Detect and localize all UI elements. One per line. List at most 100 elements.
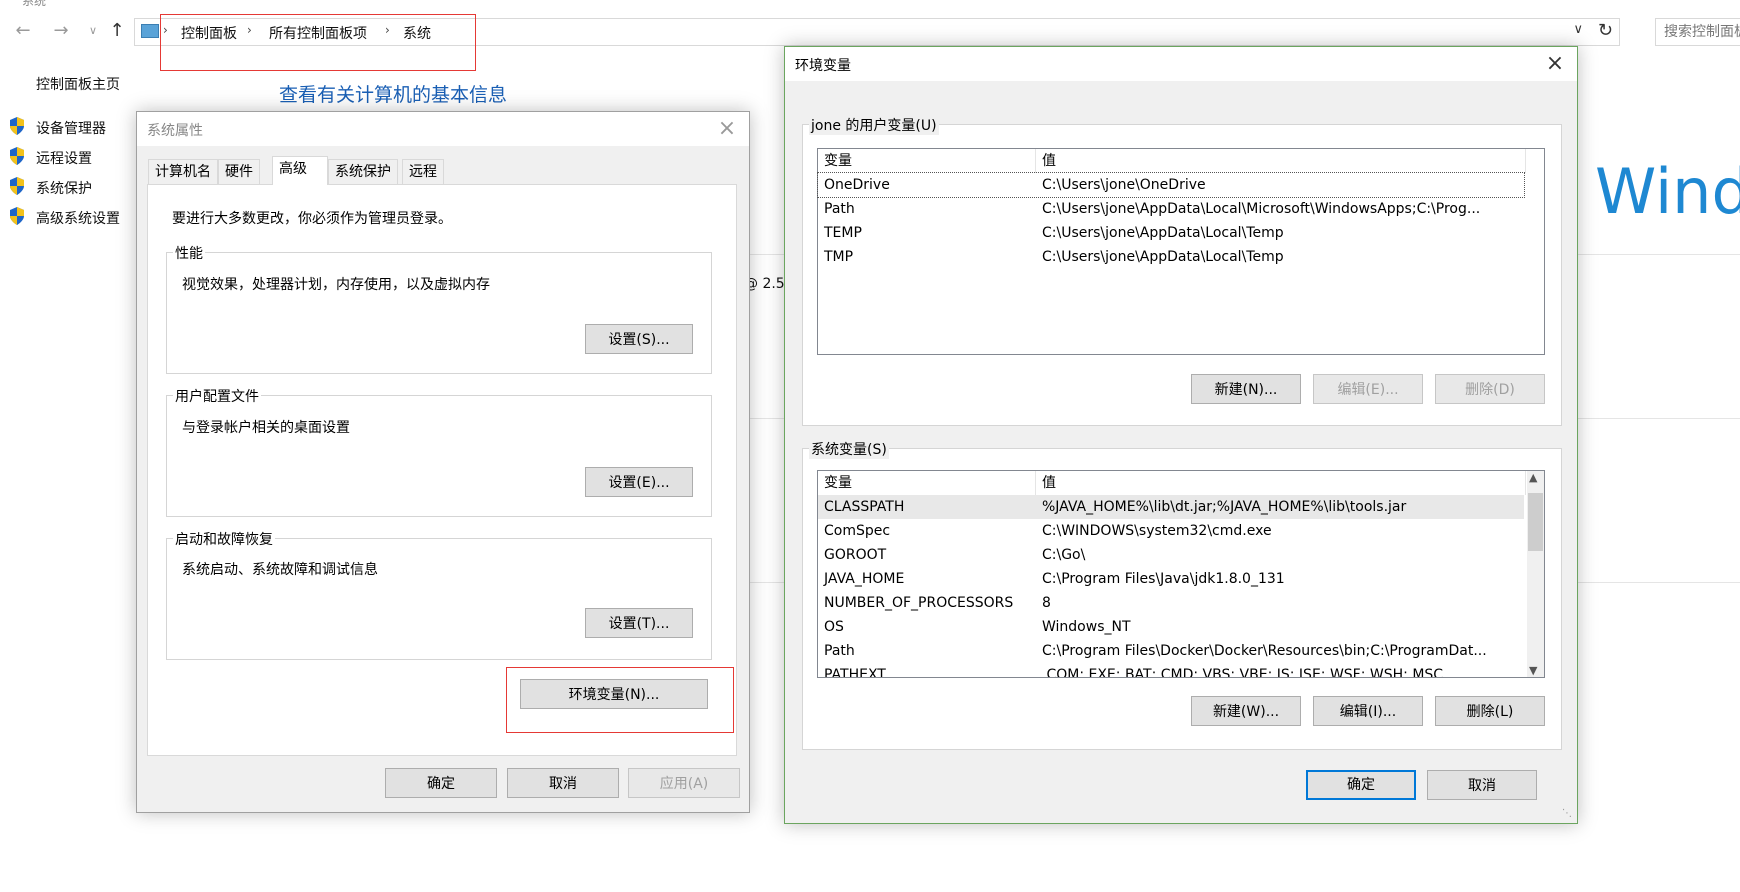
- variable-name-cell: TEMP: [824, 225, 862, 241]
- variable-value-cell: .COM;.EXE;.BAT;.CMD;.VBS;.VBE;.JS;.JSE;.…: [1042, 667, 1444, 678]
- performance-label: 性能: [173, 243, 205, 263]
- table-row[interactable]: Path C:\Program Files\Docker\Docker\Resou…: [818, 639, 1524, 663]
- dialog-titlebar[interactable]: 环境变量 ×: [785, 47, 1577, 81]
- tab-computer-name[interactable]: 计算机名: [148, 159, 218, 184]
- user-edit-button[interactable]: 编辑(E)...: [1313, 374, 1423, 404]
- forward-arrow-icon[interactable]: →: [50, 20, 72, 42]
- tab-remote[interactable]: 远程: [402, 159, 444, 184]
- tab-advanced[interactable]: 高级: [272, 156, 328, 185]
- table-row[interactable]: GOROOT C:\Go\: [818, 543, 1524, 567]
- variable-name-cell: CLASSPATH: [824, 499, 905, 515]
- user-variables-list[interactable]: 变量 值 OneDrive C:\Users\jone\OneDrive Path C…: [817, 148, 1545, 355]
- windows-logo-text: Windo: [1595, 155, 1740, 228]
- sidebar-item-device-manager[interactable]: 设备管理器: [36, 118, 106, 138]
- variable-name-cell: PATHEXT: [824, 667, 886, 678]
- highlight-box-env-button: [506, 667, 734, 733]
- variable-name-cell: GOROOT: [824, 547, 887, 563]
- table-row[interactable]: TEMP C:\Users\jone\AppData\Local\Temp: [818, 221, 1524, 245]
- control-panel-home-link[interactable]: 控制面板主页: [36, 74, 120, 94]
- scrollbar-thumb[interactable]: [1528, 493, 1543, 551]
- column-header-value[interactable]: 值: [1036, 471, 1526, 495]
- table-row[interactable]: JAVA_HOME C:\Program Files\Java\jdk1.8.0_…: [818, 567, 1524, 591]
- variable-name-cell: JAVA_HOME: [824, 571, 905, 587]
- variable-name-cell: NUMBER_OF_PROCESSORS: [824, 595, 1014, 611]
- startup-recovery-desc: 系统启动、系统故障和调试信息: [182, 562, 378, 578]
- user-new-button[interactable]: 新建(N)...: [1191, 374, 1301, 404]
- vertical-scrollbar[interactable]: ▲ ▼: [1527, 471, 1544, 677]
- env-cancel-button[interactable]: 取消: [1427, 770, 1537, 800]
- table-row[interactable]: TMP C:\Users\jone\AppData\Local\Temp: [818, 245, 1524, 269]
- shield-icon: [10, 177, 24, 195]
- startup-recovery-label: 启动和故障恢复: [173, 529, 275, 549]
- system-delete-button[interactable]: 删除(L): [1435, 696, 1545, 726]
- back-arrow-icon[interactable]: ←: [12, 20, 34, 42]
- system-new-button[interactable]: 新建(W)...: [1191, 696, 1301, 726]
- variable-value-cell: C:\Program Files\Docker\Docker\Resources…: [1042, 643, 1487, 659]
- tab-hardware[interactable]: 硬件: [218, 159, 260, 184]
- env-ok-button[interactable]: 确定: [1306, 770, 1416, 800]
- user-profiles-label: 用户配置文件: [173, 386, 261, 406]
- variable-value-cell: C:\Go\: [1042, 547, 1086, 563]
- refresh-icon[interactable]: ↻: [1598, 20, 1613, 41]
- variable-value-cell: 8: [1042, 595, 1051, 611]
- resize-grip-icon[interactable]: ⋱: [1562, 808, 1572, 819]
- shield-icon: [10, 147, 24, 165]
- computer-icon: [141, 24, 159, 38]
- table-row[interactable]: OneDrive C:\Users\jone\OneDrive: [817, 172, 1525, 198]
- admin-note: 要进行大多数更改，你必须作为管理员登录。: [172, 211, 452, 227]
- variable-value-cell: C:\WINDOWS\system32\cmd.exe: [1042, 523, 1272, 539]
- table-row[interactable]: CLASSPATH %JAVA_HOME%\lib\dt.jar;%JAVA_HO…: [818, 495, 1524, 519]
- variable-name-cell: OneDrive: [824, 177, 890, 193]
- user-delete-button[interactable]: 删除(D): [1435, 374, 1545, 404]
- cancel-button[interactable]: 取消: [507, 768, 619, 798]
- column-header-variable[interactable]: 变量: [818, 149, 1036, 173]
- up-arrow-icon[interactable]: ↑: [106, 20, 128, 42]
- table-row[interactable]: PATHEXT .COM;.EXE;.BAT;.CMD;.VBS;.VBE;.JS…: [818, 663, 1524, 678]
- variable-value-cell: C:\Users\jone\AppData\Local\Microsoft\Wi…: [1042, 201, 1481, 217]
- search-input[interactable]: 搜索控制面板: [1655, 18, 1740, 46]
- performance-settings-button[interactable]: 设置(S)...: [585, 324, 693, 354]
- variable-value-cell: C:\Users\jone\OneDrive: [1042, 177, 1206, 193]
- shield-icon: [10, 207, 24, 225]
- user-profiles-settings-button[interactable]: 设置(E)...: [585, 467, 693, 497]
- system-variables-list[interactable]: 变量 值 CLASSPATH %JAVA_HOME%\lib\dt.jar;%JA…: [817, 470, 1545, 678]
- variable-name-cell: OS: [824, 619, 844, 635]
- scroll-up-icon[interactable]: ▲: [1529, 471, 1537, 484]
- table-row[interactable]: ComSpec C:\WINDOWS\system32\cmd.exe: [818, 519, 1524, 543]
- chevron-down-icon[interactable]: ∨: [1573, 22, 1583, 37]
- startup-recovery-settings-button[interactable]: 设置(T)...: [585, 608, 693, 638]
- ok-button[interactable]: 确定: [385, 768, 497, 798]
- dialog-title: 环境变量: [795, 58, 851, 74]
- recent-dropdown-icon[interactable]: ∨: [82, 20, 104, 42]
- variable-value-cell: %JAVA_HOME%\lib\dt.jar;%JAVA_HOME%\lib\t…: [1042, 499, 1407, 515]
- system-edit-button[interactable]: 编辑(I)...: [1313, 696, 1423, 726]
- apply-button[interactable]: 应用(A): [628, 768, 740, 798]
- user-variables-label: jone 的用户变量(U): [809, 115, 939, 135]
- sidebar-item-system-protection[interactable]: 系统保护: [36, 178, 92, 198]
- tab-system-protection[interactable]: 系统保护: [328, 159, 398, 184]
- shield-icon: [10, 117, 24, 135]
- performance-desc: 视觉效果，处理器计划，内存使用，以及虚拟内存: [182, 277, 490, 293]
- table-row[interactable]: Path C:\Users\jone\AppData\Local\Microsof…: [818, 197, 1524, 221]
- column-header-variable[interactable]: 变量: [818, 471, 1036, 495]
- column-header-value[interactable]: 值: [1036, 149, 1526, 173]
- performance-group: 性能: [166, 243, 712, 374]
- scroll-down-icon[interactable]: ▼: [1529, 664, 1537, 677]
- sidebar-item-remote-settings[interactable]: 远程设置: [36, 148, 92, 168]
- variable-value-cell: C:\Users\jone\AppData\Local\Temp: [1042, 249, 1284, 265]
- system-variables-label: 系统变量(S): [809, 439, 889, 459]
- highlight-box-breadcrumb: [160, 14, 476, 71]
- variable-name-cell: Path: [824, 201, 855, 217]
- variable-value-cell: C:\Users\jone\AppData\Local\Temp: [1042, 225, 1284, 241]
- sidebar-item-advanced-settings[interactable]: 高级系统设置: [36, 208, 120, 228]
- window-title: 系统: [22, 0, 47, 8]
- dialog-title: 系统属性: [147, 123, 203, 139]
- close-icon[interactable]: ×: [715, 116, 739, 141]
- variable-value-cell: Windows_NT: [1042, 619, 1131, 635]
- close-icon[interactable]: ×: [1543, 51, 1567, 76]
- variable-name-cell: Path: [824, 643, 855, 659]
- table-row[interactable]: NUMBER_OF_PROCESSORS 8: [818, 591, 1524, 615]
- dialog-titlebar[interactable]: 系统属性 ×: [137, 112, 749, 146]
- variable-value-cell: C:\Program Files\Java\jdk1.8.0_131: [1042, 571, 1285, 587]
- table-row[interactable]: OS Windows_NT: [818, 615, 1524, 639]
